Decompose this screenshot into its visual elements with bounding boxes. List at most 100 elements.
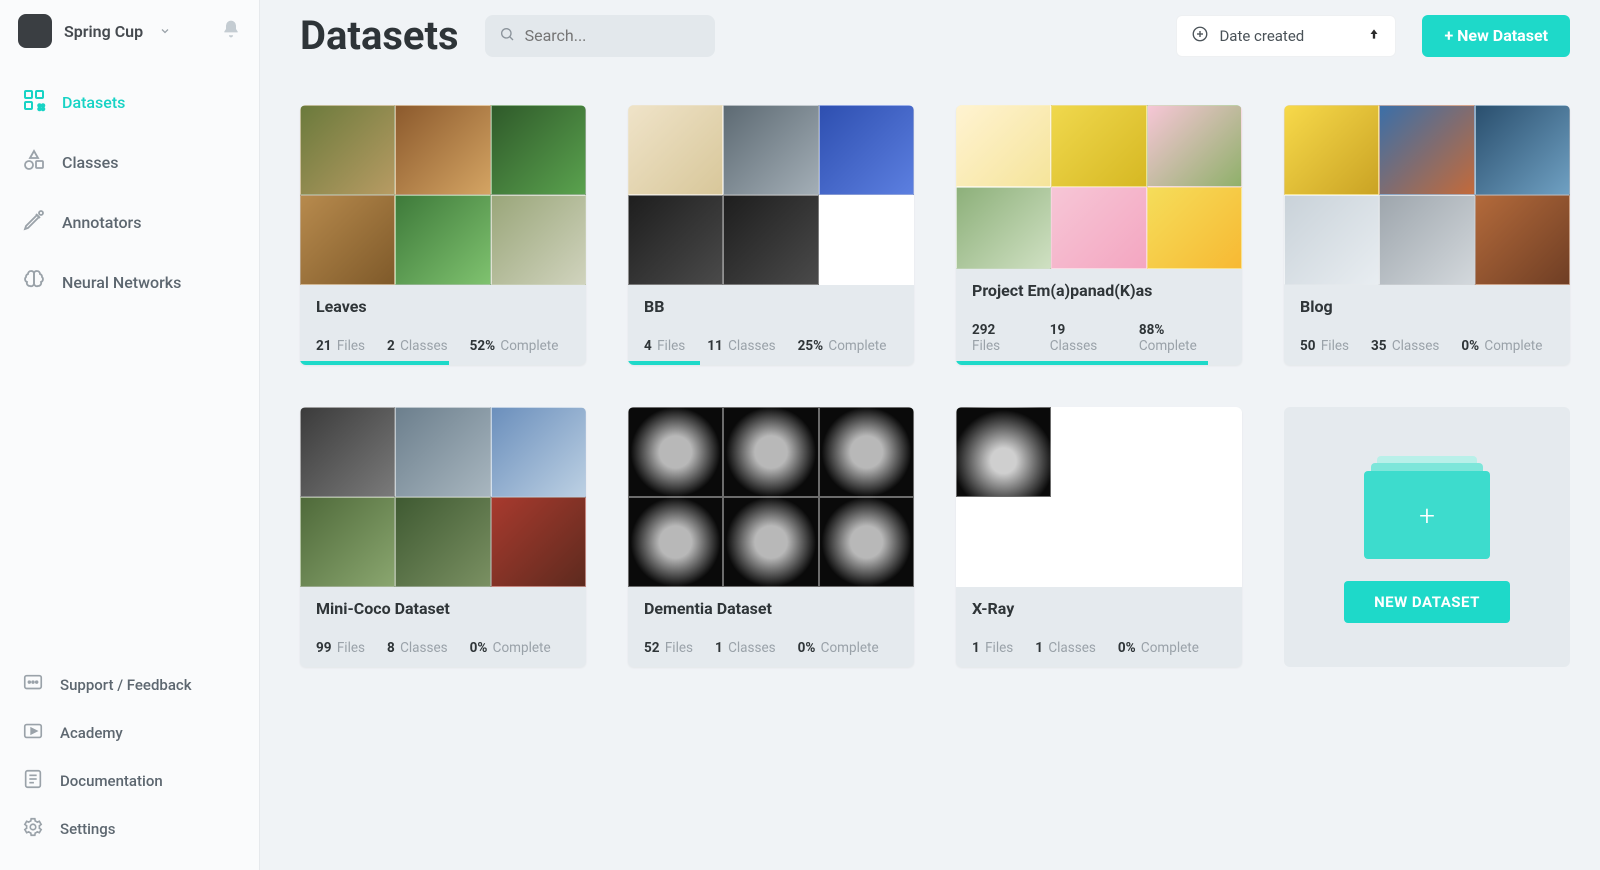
dataset-thumbnails [300,407,586,587]
sidebar-item-datasets[interactable]: Datasets [10,74,249,130]
sidebar-item-label: Neural Networks [62,273,181,292]
files-stat: 99 Files [316,640,365,656]
grid-icon [22,88,46,116]
files-stat: 52 Files [644,640,693,656]
classes-stat: 1 Classes [715,640,776,656]
dataset-grid: Leaves21 Files2 Classes52% Complete BB 4 F… [300,105,1570,667]
thumbnail [300,497,395,587]
complete-stat: 0% Complete [798,640,879,656]
dataset-title: BB [644,297,898,316]
dataset-card[interactable]: Leaves21 Files2 Classes52% Complete [300,105,586,365]
progress-track [1284,361,1570,365]
dataset-card[interactable]: BB 4 Files11 Classes25% Complete [628,105,914,365]
thumbnail [1051,497,1146,587]
dataset-card[interactable]: Dementia Dataset52 Files1 Classes0% Comp… [628,407,914,667]
sidebar-item-settings[interactable]: Settings [10,806,249,852]
files-stat: 292 Files [972,322,1028,354]
pen-icon [22,208,46,236]
workspace-switcher[interactable]: Spring Cup [0,14,259,66]
new-dataset-button[interactable]: + New Dataset [1422,15,1570,57]
complete-stat: 88% Complete [1139,322,1226,354]
sidebar-item-classes[interactable]: Classes [10,134,249,190]
dataset-title: X-Ray [972,599,1226,618]
dataset-title: Project Em(a)panad(K)as [972,281,1226,300]
sidebar-item-academy[interactable]: Academy [10,710,249,756]
dataset-thumbnails [628,105,914,285]
search-input[interactable] [525,26,701,45]
thumbnail [956,497,1051,587]
sidebar-item-neural-networks[interactable]: Neural Networks [10,254,249,310]
complete-stat: 52% Complete [470,338,559,354]
dataset-card[interactable]: Blog50 Files35 Classes0% Complete [1284,105,1570,365]
chat-icon [22,672,44,698]
thumbnail [300,105,395,195]
dataset-title: Blog [1300,297,1554,316]
progress-bar [628,361,700,365]
sidebar-item-label: Academy [60,724,123,742]
main-content: Datasets Date created + New Dataset Leav… [260,0,1600,870]
thumbnail [819,105,914,195]
dataset-card[interactable]: Project Em(a)panad(K)as 292 Files19 Class… [956,105,1242,365]
dataset-card[interactable]: X-Ray 1 Files1 Classes0% Complete [956,407,1242,667]
sidebar-item-support[interactable]: Support / Feedback [10,662,249,708]
progress-bar [956,361,1208,365]
dataset-stats: 4 Files11 Classes25% Complete [644,338,898,354]
dataset-card-body: Blog50 Files35 Classes0% Complete [1284,285,1570,354]
progress-track [300,361,586,365]
thumbnail [628,105,723,195]
sidebar: Spring Cup Datasets Classes [0,0,260,870]
thumbnail [491,497,586,587]
new-dataset-card-button[interactable]: NEW DATASET [1344,581,1510,623]
dataset-stats: 292 Files19 Classes88% Complete [972,322,1226,354]
arrow-up-icon [1367,27,1381,45]
thumbnail [956,407,1051,497]
sidebar-footer: Support / Feedback Academy Documentation… [0,662,259,856]
bell-icon[interactable] [221,19,241,43]
stack-icon: + [1357,451,1497,551]
dataset-card[interactable]: Mini-Coco Dataset99 Files8 Classes0% Com… [300,407,586,667]
dataset-stats: 52 Files 1 Classes 0% Complete [644,640,898,656]
dataset-stats: 99 Files8 Classes0% Complete [316,640,570,656]
thumbnail [1379,195,1474,285]
sidebar-nav: Datasets Classes Annotators Neural Netwo… [0,66,259,318]
sidebar-item-annotators[interactable]: Annotators [10,194,249,250]
files-stat: 50 Files [1300,338,1349,354]
thumbnail [1051,407,1146,497]
progress-track [300,663,586,667]
progress-track [628,361,914,365]
thumbnail [819,407,914,497]
topbar: Datasets Date created + New Dataset [300,12,1570,59]
thumbnail [395,105,490,195]
dataset-thumbnails [1284,105,1570,285]
complete-stat: 0% Complete [470,640,551,656]
progress-track [956,663,1242,667]
progress-track [628,663,914,667]
files-stat: 21 Files [316,338,365,354]
thumbnail [1051,105,1146,187]
files-stat: 4 Files [644,338,685,354]
dataset-card-body: X-Ray 1 Files1 Classes0% Complete [956,587,1242,656]
classes-stat: 1 Classes [1035,640,1096,656]
thumbnail [819,497,914,587]
thumbnail [628,497,723,587]
dataset-stats: 1 Files1 Classes0% Complete [972,640,1226,656]
sidebar-item-label: Classes [62,153,118,172]
sort-dropdown[interactable]: Date created [1176,15,1396,57]
thumbnail [819,195,914,285]
dataset-thumbnails [956,407,1242,587]
plus-icon: + [1364,471,1490,559]
new-dataset-card[interactable]: + NEW DATASET [1284,407,1570,667]
thumbnail [300,407,395,497]
page-title: Datasets [300,12,459,59]
classes-stat: 35 Classes [1371,338,1439,354]
thumbnail [395,407,490,497]
thumbnail [1475,105,1570,195]
plus-circle-icon [1191,25,1209,47]
brain-icon [22,268,46,296]
dataset-card-body: Dementia Dataset52 Files1 Classes0% Comp… [628,587,914,656]
play-icon [22,720,44,746]
thumbnail [1147,105,1242,187]
thumbnail [628,195,723,285]
sidebar-item-documentation[interactable]: Documentation [10,758,249,804]
search-box[interactable] [485,15,715,57]
